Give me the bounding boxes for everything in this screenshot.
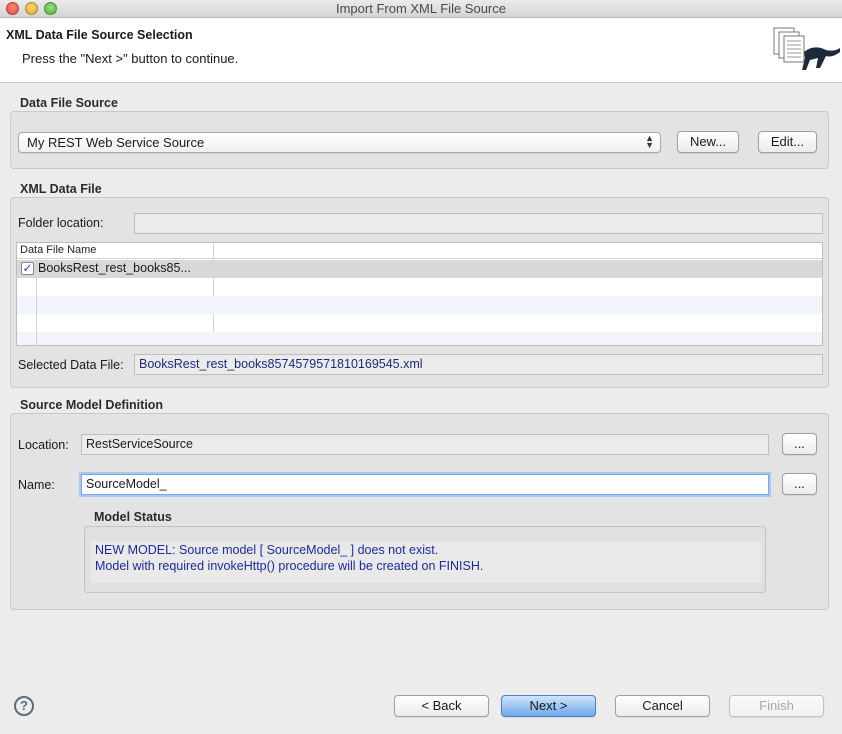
window-titlebar: Import From XML File Source xyxy=(0,0,842,18)
page-subtitle: Press the "Next >" button to continue. xyxy=(22,51,239,66)
selected-data-file-label: Selected Data File: xyxy=(18,358,124,372)
check-column-divider xyxy=(36,278,37,345)
page-title: XML Data File Source Selection xyxy=(6,28,193,42)
wizard-header: XML Data File Source Selection Press the… xyxy=(0,18,842,83)
edit-source-button[interactable]: Edit... xyxy=(758,131,817,153)
location-field[interactable]: RestServiceSource xyxy=(81,434,769,455)
data-file-name-cell: BooksRest_rest_books85... xyxy=(38,261,191,275)
table-row-empty xyxy=(17,314,822,332)
data-file-table[interactable]: Data File Name ✓ BooksRest_rest_books85.… xyxy=(16,242,823,346)
back-button[interactable]: < Back xyxy=(394,695,489,717)
table-row-empty xyxy=(17,332,822,345)
xml-data-file-section-label: XML Data File xyxy=(20,182,102,196)
help-icon[interactable]: ? xyxy=(14,696,34,716)
model-status-line-2: Model with required invokeHttp() procedu… xyxy=(95,559,484,573)
checkbox-checked-icon[interactable]: ✓ xyxy=(21,262,34,275)
table-row[interactable]: ✓ BooksRest_rest_books85... xyxy=(17,260,822,278)
selected-data-file-field[interactable]: BooksRest_rest_books8574579571810169545.… xyxy=(134,354,823,375)
window-title: Import From XML File Source xyxy=(335,1,506,16)
data-file-name-column-header[interactable]: Data File Name xyxy=(17,243,822,259)
next-button[interactable]: Next > xyxy=(501,695,596,717)
data-source-select[interactable]: My REST Web Service Source ▲ ▼ xyxy=(18,132,661,153)
xml-import-wizard-icon xyxy=(773,27,840,70)
source-model-section-label: Source Model Definition xyxy=(20,398,164,412)
model-status-line-1: NEW MODEL: Source model [ SourceModel_ ]… xyxy=(95,543,439,557)
chevron-up-down-icon: ▲ ▼ xyxy=(645,133,654,150)
location-label: Location: xyxy=(18,438,69,452)
model-status-label: Model Status xyxy=(94,510,172,524)
folder-location-label: Folder location: xyxy=(18,216,104,230)
table-row-empty xyxy=(17,296,822,314)
cancel-button[interactable]: Cancel xyxy=(615,695,710,717)
table-row-empty xyxy=(17,278,822,296)
model-name-input[interactable]: SourceModel_ xyxy=(81,474,769,495)
name-label: Name: xyxy=(18,478,55,492)
browse-name-button[interactable]: ... xyxy=(782,473,817,495)
folder-location-field[interactable] xyxy=(134,213,823,234)
data-source-select-value: My REST Web Service Source xyxy=(27,135,205,150)
model-status-message: NEW MODEL: Source model [ SourceModel_ ]… xyxy=(91,541,761,583)
finish-button[interactable]: Finish xyxy=(729,695,824,717)
browse-location-button[interactable]: ... xyxy=(782,433,817,455)
model-status-group: NEW MODEL: Source model [ SourceModel_ ]… xyxy=(84,526,766,593)
data-file-source-section-label: Data File Source xyxy=(20,96,118,110)
new-source-button[interactable]: New... xyxy=(677,131,739,153)
